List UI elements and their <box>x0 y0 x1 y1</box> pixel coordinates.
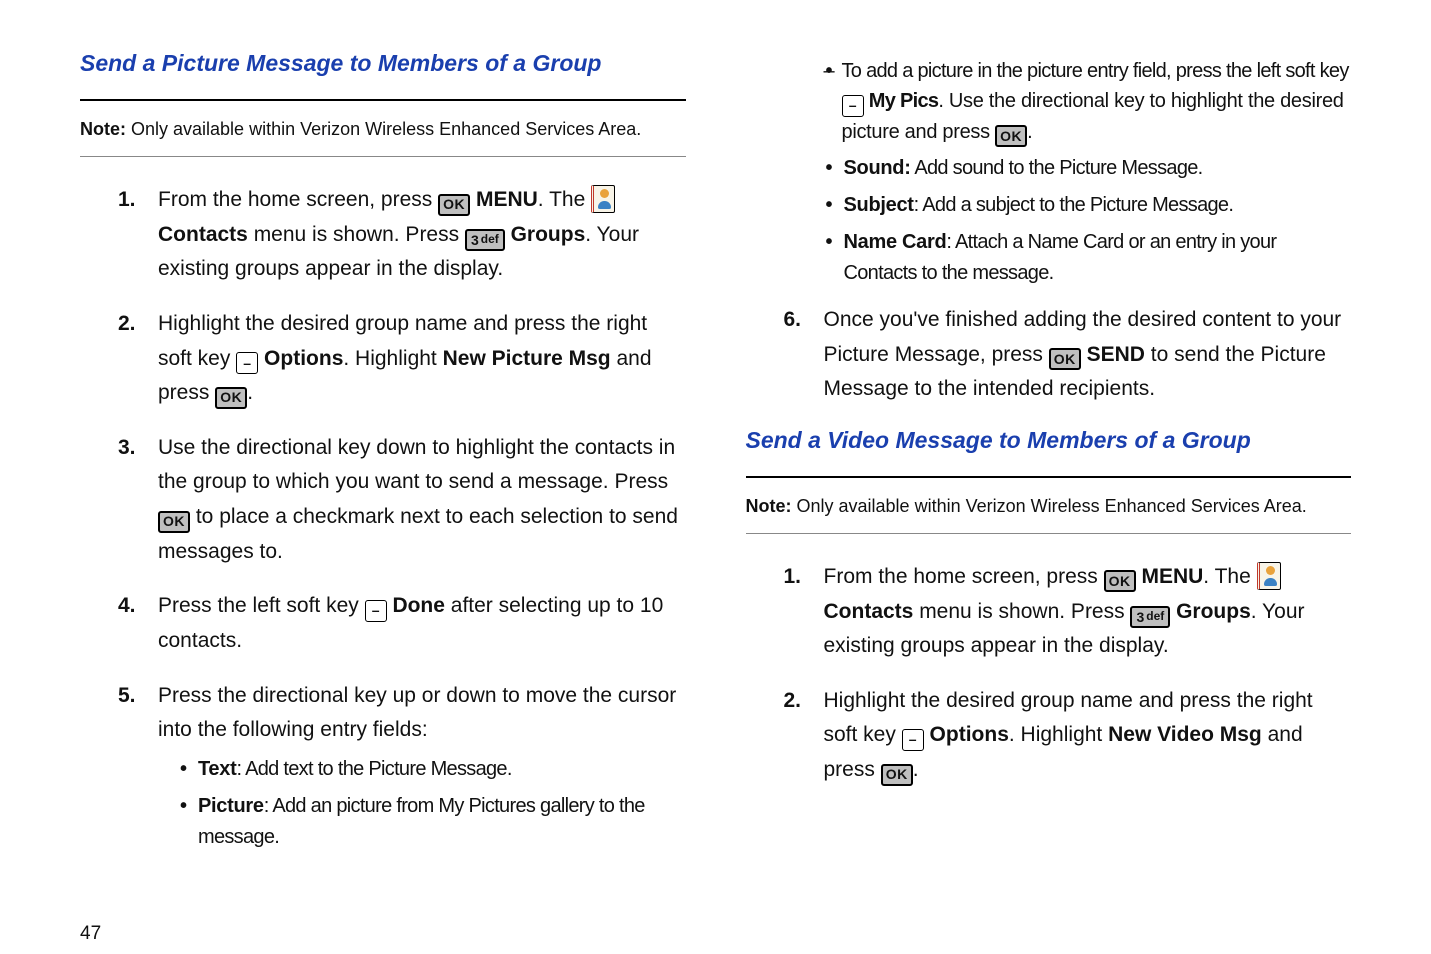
step-1: 1. From the home screen, press OK MENU. … <box>784 560 1352 664</box>
note-label: Note: <box>80 119 126 139</box>
ok-key-icon: OK <box>995 125 1027 147</box>
step-number: 2. <box>118 307 136 342</box>
bullet-sound: Sound: Add sound to the Picture Message. <box>824 153 1352 184</box>
right-column: To add a picture in the picture entry fi… <box>746 50 1352 873</box>
step-2: 2. Highlight the desired group name and … <box>118 307 686 411</box>
left-column: Send a Picture Message to Members of a G… <box>80 50 686 873</box>
menu-label: MENU <box>476 188 538 211</box>
note-picture: Note: Only available within Verizon Wire… <box>80 119 686 157</box>
contacts-label: Contacts <box>824 600 914 623</box>
bullet-picture: Picture: Add an picture from My Pictures… <box>178 791 686 853</box>
ok-key-icon: OK <box>215 387 247 409</box>
step-text: . The <box>538 188 591 211</box>
step-text: From the home screen, press <box>158 188 438 211</box>
entry-fields-list: Text: Add text to the Picture Message. P… <box>158 754 686 853</box>
step-text: to place a checkmark next to each select… <box>158 505 678 563</box>
step-5-continued: To add a picture in the picture entry fi… <box>784 56 1352 289</box>
step-number: 5. <box>118 679 136 714</box>
bullet-picture-sub: To add a picture in the picture entry fi… <box>824 56 1352 147</box>
contacts-label: Contacts <box>158 223 248 246</box>
section-title-video: Send a Video Message to Members of a Gro… <box>746 427 1352 478</box>
softkey-icon: – <box>842 95 864 117</box>
step-text: Use the directional key down to highligh… <box>158 436 675 494</box>
field-label: Subject <box>844 194 914 216</box>
step-6: 6. Once you've finished adding the desir… <box>784 303 1352 407</box>
step-text: Press the directional key up or down to … <box>158 684 676 742</box>
note-text: Only available within Verizon Wireless E… <box>792 496 1307 516</box>
my-pics-label: My Pics <box>869 90 939 112</box>
step-4: 4. Press the left soft key – Done after … <box>118 589 686 658</box>
step-number: 4. <box>118 589 136 624</box>
field-label: Picture <box>198 795 264 817</box>
section-title-picture: Send a Picture Message to Members of a G… <box>80 50 686 101</box>
picture-steps-continued: To add a picture in the picture entry fi… <box>746 56 1352 407</box>
step-1: 1. From the home screen, press OK MENU. … <box>118 183 686 287</box>
contacts-icon <box>591 185 615 213</box>
step-text: menu is shown. Press <box>248 223 465 246</box>
ok-key-icon: OK <box>438 194 470 216</box>
groups-label: Groups <box>511 223 586 246</box>
step-text: . The <box>1203 565 1256 588</box>
picture-steps: 1. From the home screen, press OK MENU. … <box>80 183 686 853</box>
sub-text: To add a picture in the picture entry fi… <box>842 60 1349 82</box>
three-def-key-icon: 3def <box>1130 606 1170 628</box>
step-number: 3. <box>118 431 136 466</box>
softkey-icon: – <box>902 729 924 751</box>
step-number: 6. <box>784 303 802 338</box>
step-2: 2. Highlight the desired group name and … <box>784 684 1352 788</box>
entry-fields-list-cont: To add a picture in the picture entry fi… <box>824 56 1352 289</box>
menu-label: MENU <box>1141 565 1203 588</box>
bullet-text: Text: Add text to the Picture Message. <box>178 754 686 785</box>
step-text: menu is shown. Press <box>913 600 1130 623</box>
new-picture-msg-label: New Picture Msg <box>443 347 611 370</box>
field-label: Sound: <box>844 157 911 179</box>
field-desc: : Add a subject to the Picture Message. <box>914 194 1234 216</box>
field-label: Text <box>198 758 236 780</box>
ok-key-icon: OK <box>1049 348 1081 370</box>
note-video: Note: Only available within Verizon Wire… <box>746 496 1352 534</box>
step-text: . Highlight <box>343 347 442 370</box>
step-3: 3. Use the directional key down to highl… <box>118 431 686 570</box>
three-def-key-icon: 3def <box>465 229 505 251</box>
sub-bullet-add-picture: To add a picture in the picture entry fi… <box>824 56 1352 147</box>
ok-key-icon: OK <box>881 764 913 786</box>
step-text: . <box>247 381 253 404</box>
new-video-msg-label: New Video Msg <box>1108 723 1262 746</box>
step-text: From the home screen, press <box>824 565 1104 588</box>
field-desc: Add sound to the Picture Message. <box>911 157 1203 179</box>
options-label: Options <box>930 723 1009 746</box>
softkey-icon: – <box>365 600 387 622</box>
done-label: Done <box>392 594 445 617</box>
field-desc: : Add text to the Picture Message. <box>236 758 511 780</box>
step-5: 5. Press the directional key up or down … <box>118 679 686 853</box>
groups-label: Groups <box>1176 600 1251 623</box>
bullet-name-card: Name Card: Attach a Name Card or an entr… <box>824 227 1352 289</box>
softkey-icon: – <box>236 352 258 374</box>
step-text: Press the left soft key <box>158 594 365 617</box>
video-steps: 1. From the home screen, press OK MENU. … <box>746 560 1352 788</box>
page-columns: Send a Picture Message to Members of a G… <box>80 50 1351 873</box>
ok-key-icon: OK <box>1104 570 1136 592</box>
field-label: Name Card <box>844 231 947 253</box>
bullet-subject: Subject: Add a subject to the Picture Me… <box>824 190 1352 221</box>
field-desc: : Add an picture from My Pictures galler… <box>198 795 645 848</box>
note-label: Note: <box>746 496 792 516</box>
step-number: 2. <box>784 684 802 719</box>
step-number: 1. <box>118 183 136 218</box>
note-text: Only available within Verizon Wireless E… <box>126 119 641 139</box>
send-label: SEND <box>1087 343 1145 366</box>
step-number: 1. <box>784 560 802 595</box>
step-text: . Highlight <box>1009 723 1108 746</box>
page-number: 47 <box>80 923 1351 945</box>
options-label: Options <box>264 347 343 370</box>
ok-key-icon: OK <box>158 511 190 533</box>
sub-text: . <box>1027 121 1032 143</box>
contacts-icon <box>1257 562 1281 590</box>
step-text: . <box>913 758 919 781</box>
